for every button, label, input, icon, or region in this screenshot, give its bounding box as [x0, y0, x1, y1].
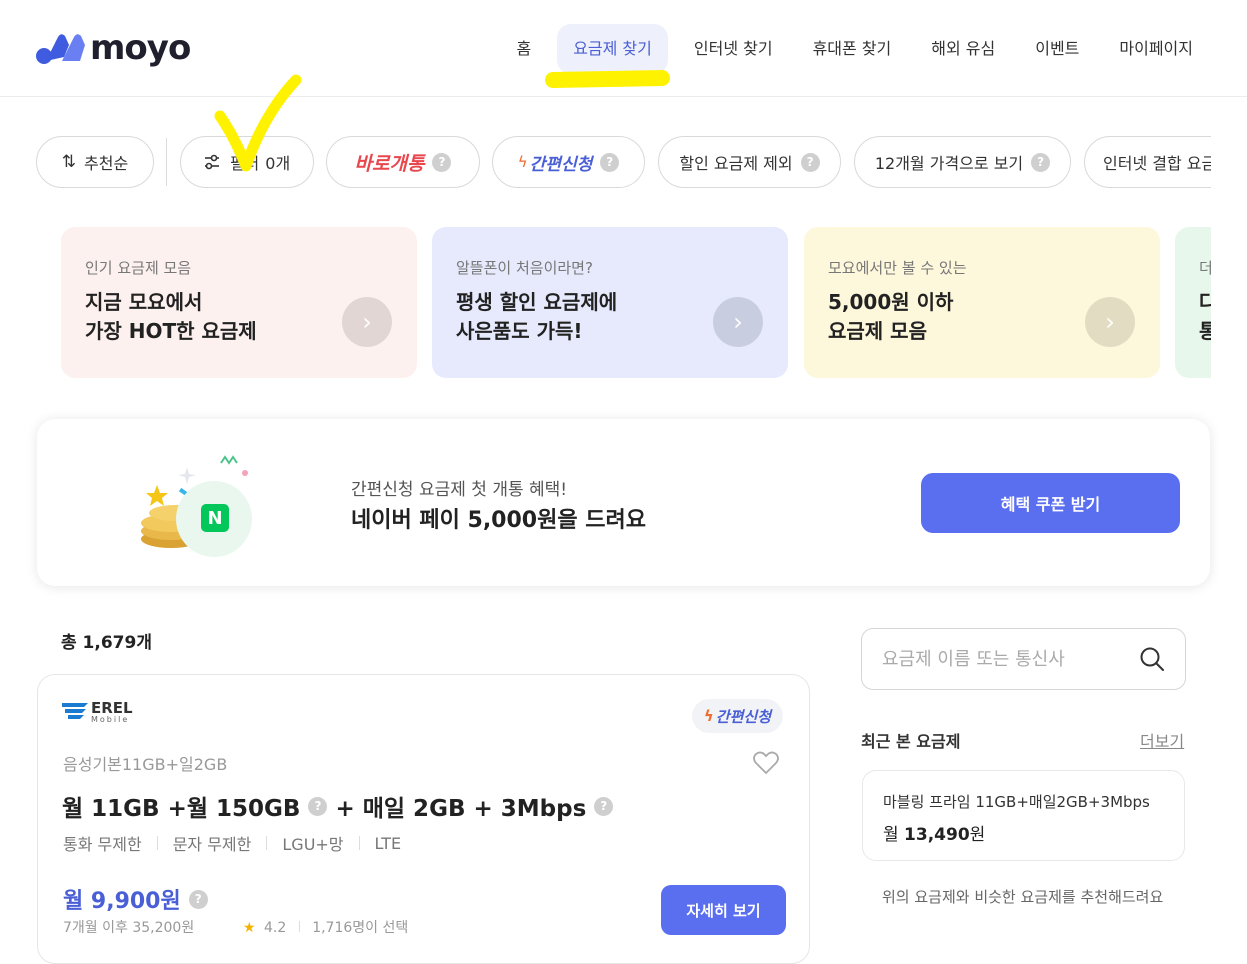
- selected-count: 1,716명이 선택: [312, 920, 409, 936]
- promo-title: 다통: [1199, 290, 1211, 343]
- moyo-logo[interactable]: moyo: [36, 28, 191, 68]
- spec-call: 통화 무제한: [63, 835, 142, 854]
- easy-apply-badge-label: 간편신청: [715, 707, 771, 726]
- yellow-highlight-annotation: [544, 69, 671, 89]
- promo-carousel: 인기 요금제 모음 지금 모요에서 가장 HOT한 요금제 › 알뜰폰이 처음이라…: [61, 227, 1211, 378]
- exclude-discount-label: 할인 요금제 제외: [679, 154, 793, 173]
- price-note: 7개월 이후 35,200원: [63, 920, 195, 936]
- help-icon[interactable]: ?: [188, 889, 208, 909]
- plan-subtitle: 음성기본11GB+일2GB: [63, 755, 228, 774]
- plan-title-part2: + 매일 2GB + 3Mbps: [335, 796, 587, 822]
- internet-bundle-label: 인터넷 결합 요금: [1103, 154, 1211, 173]
- star-icon: ★: [243, 920, 256, 936]
- sort-icon: ⇅: [61, 152, 77, 172]
- chevron-right-icon[interactable]: ›: [713, 297, 763, 347]
- easy-apply-chip[interactable]: ϟ 간편신청 ?: [492, 136, 645, 188]
- banner-title: 네이버 페이 5,000원을 드려요: [351, 508, 646, 533]
- rating-value: 4.2: [264, 920, 287, 936]
- plan-price-value: 월 9,900원: [63, 889, 181, 914]
- plan-specs: 통화 무제한 문자 무제한 LGU+망 LTE: [63, 831, 401, 855]
- filter-divider: [166, 138, 167, 186]
- instant-open-chip[interactable]: 바로개통 ?: [326, 136, 480, 188]
- help-icon[interactable]: ?: [308, 796, 328, 816]
- naver-logo: N: [201, 504, 229, 532]
- promo-card[interactable]: 알뜰폰이 처음이라면? 평생 할인 요금제에 사은품도 가득! ›: [432, 227, 788, 378]
- help-icon[interactable]: ?: [800, 152, 820, 172]
- yellow-checkmark-annotation: [214, 74, 302, 172]
- plan-price: 월 9,900원 ?: [63, 883, 208, 915]
- filter-bar: ⇅ 추천순 필터 0개 바로개통 ? ϟ 간편신청 ? 할인 요금제 제외 ? …: [36, 136, 1211, 188]
- twelve-month-chip[interactable]: 12개월 가격으로 보기 ?: [854, 136, 1071, 188]
- help-icon[interactable]: ?: [600, 152, 620, 172]
- promo-card[interactable]: 인기 요금제 모음 지금 모요에서 가장 HOT한 요금제 ›: [61, 227, 417, 378]
- nav-overseas-sim[interactable]: 해외 유심: [931, 24, 995, 74]
- spec-sms: 문자 무제한: [172, 835, 252, 854]
- carrier-logo-text: EREL: [91, 699, 133, 717]
- promo-sub: 인기 요금제 모음: [85, 259, 192, 277]
- chevron-right-icon[interactable]: ›: [1085, 297, 1135, 347]
- easy-apply-badge: ϟ 간편신청: [691, 699, 783, 733]
- nav-home[interactable]: 홈: [516, 24, 531, 74]
- nav-plans[interactable]: 요금제 찾기: [557, 23, 668, 74]
- recent-price-prefix: 월: [883, 825, 899, 845]
- lightning-icon: ϟ: [703, 707, 714, 725]
- plan-rating: ★ 4.2 1,716명이 선택: [243, 917, 408, 937]
- more-link[interactable]: 더보기: [1140, 728, 1184, 752]
- view-details-button[interactable]: 자세히 보기: [661, 885, 786, 935]
- search-icon[interactable]: [1139, 646, 1165, 672]
- plan-title: 월 11GB +월 150GB ? + 매일 2GB + 3Mbps ?: [62, 789, 614, 823]
- nav-internet[interactable]: 인터넷 찾기: [694, 24, 773, 74]
- chevron-right-icon[interactable]: ›: [342, 297, 392, 347]
- recent-price-value: 13,490: [904, 825, 970, 845]
- help-icon[interactable]: ?: [432, 152, 452, 172]
- heart-icon[interactable]: [753, 751, 779, 775]
- recent-price-suffix: 원: [969, 825, 986, 845]
- sort-button[interactable]: ⇅ 추천순: [36, 136, 154, 188]
- get-coupon-button[interactable]: 혜택 쿠폰 받기: [921, 473, 1180, 533]
- help-icon[interactable]: ?: [1031, 152, 1051, 172]
- carrier-logo: EREL Mobile: [62, 701, 133, 724]
- plan-title-part1: 월 11GB +월 150GB: [62, 796, 301, 822]
- banner-sub: 간편신청 요금제 첫 개통 혜택!: [351, 480, 568, 500]
- easy-apply-label: 간편신청: [529, 154, 593, 175]
- help-icon[interactable]: ?: [594, 796, 614, 816]
- twelve-month-label: 12개월 가격으로 보기: [874, 154, 1024, 173]
- nav-phones[interactable]: 휴대폰 찾기: [813, 24, 892, 74]
- results-count: 총 1,679개: [61, 633, 152, 653]
- spec-type: LTE: [374, 833, 402, 853]
- carrier-logo-icon: [62, 703, 88, 719]
- logo-text: moyo: [90, 28, 191, 68]
- carrier-logo-sub: Mobile: [91, 715, 130, 724]
- promo-card[interactable]: 더 다통: [1175, 227, 1211, 378]
- lightning-icon: ϟ: [517, 153, 528, 171]
- promo-sub: 더: [1199, 259, 1211, 277]
- internet-bundle-chip[interactable]: 인터넷 결합 요금: [1084, 136, 1211, 188]
- plan-card[interactable]: EREL Mobile ϟ 간편신청 음성기본11GB+일2GB 월 11GB …: [37, 674, 810, 964]
- exclude-discount-chip[interactable]: 할인 요금제 제외 ?: [658, 136, 841, 188]
- naver-pay-banner: N 간편신청 요금제 첫 개통 혜택! 네이버 페이 5,000원을 드려요 혜…: [37, 419, 1210, 586]
- promo-sub: 알뜰폰이 처음이라면?: [456, 259, 593, 277]
- instant-open-label: 바로개통: [354, 152, 425, 175]
- nav-events[interactable]: 이벤트: [1035, 24, 1079, 74]
- sort-label: 추천순: [84, 154, 129, 173]
- recent-plans-title: 최근 본 요금제: [861, 732, 961, 751]
- spec-network: LGU+망: [282, 835, 344, 854]
- moyo-logo-icon: [36, 34, 85, 64]
- recent-plan-name: 마블링 프라임 11GB+매일2GB+3Mbps: [883, 793, 1150, 811]
- search-input[interactable]: [882, 648, 1132, 670]
- recent-plan-price: 월 13,490원: [883, 820, 1164, 845]
- plan-search: [861, 628, 1186, 690]
- recommend-note: 위의 요금제와 비슷한 요금제를 추천해드려요: [882, 888, 1164, 906]
- recent-plan-card[interactable]: 마블링 프라임 11GB+매일2GB+3Mbps 월 13,490원: [862, 770, 1185, 861]
- promo-card[interactable]: 모요에서만 볼 수 있는 5,000원 이하 요금제 모음 ›: [804, 227, 1160, 378]
- nav-mypage[interactable]: 마이페이지: [1119, 24, 1193, 74]
- promo-sub: 모요에서만 볼 수 있는: [828, 259, 967, 277]
